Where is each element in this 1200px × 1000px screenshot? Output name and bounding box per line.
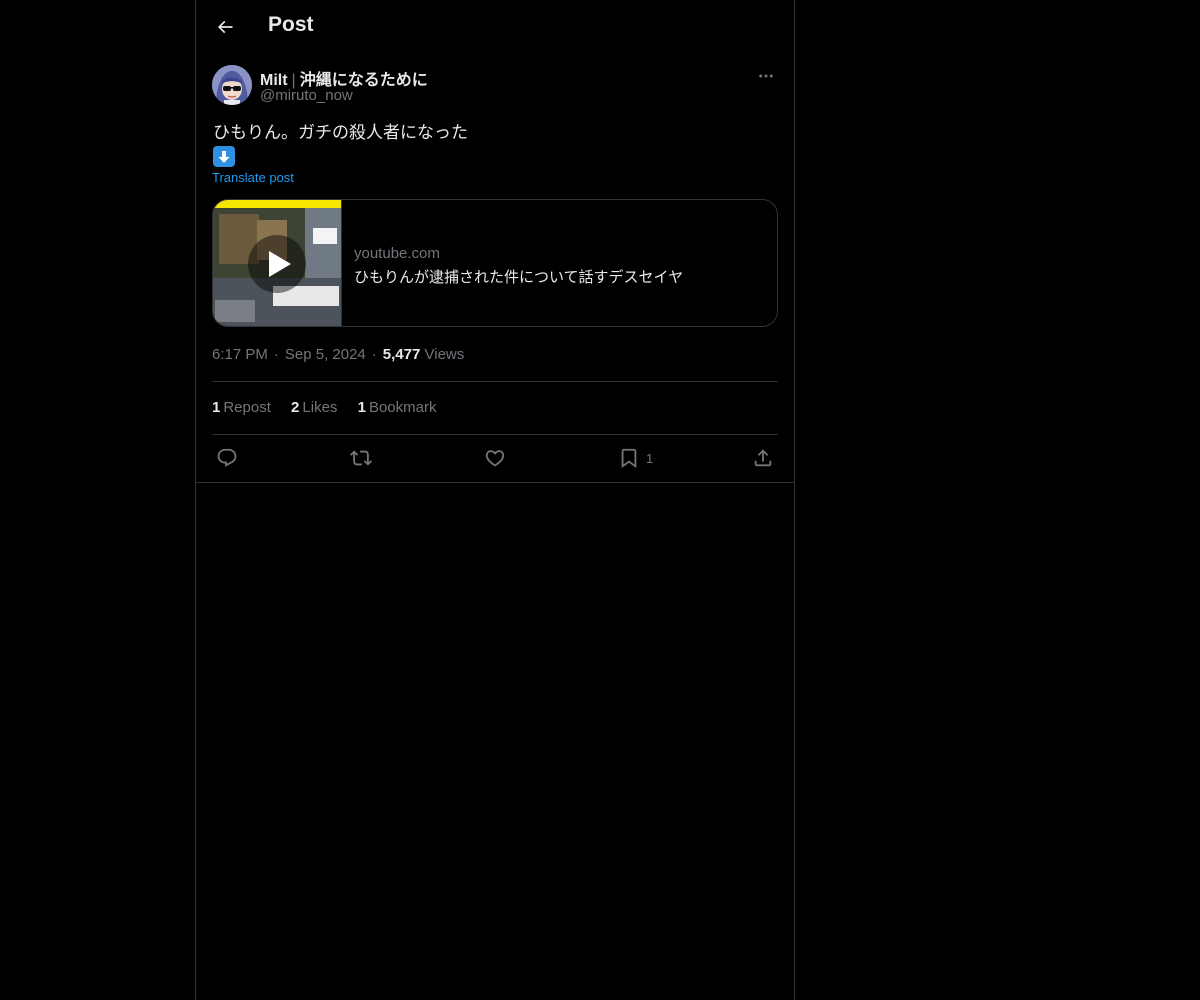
bookmarks-stat[interactable]: 1 Bookmark — [358, 399, 437, 416]
card-domain: youtube.com — [354, 245, 440, 262]
video-thumbnail — [213, 200, 342, 326]
likes-count: 2 — [291, 399, 300, 416]
card-title: ひもりんが逮捕された件について話すデスセイヤ — [354, 269, 684, 286]
views-count: 5,477 — [382, 346, 421, 363]
bookmarks-label: Bookmark — [368, 399, 437, 416]
bookmark-action-count: 1 — [646, 450, 654, 466]
post-stats: 1 Repost 2 Likes 1 Bookmark — [212, 399, 452, 416]
page-title: Post — [268, 13, 314, 36]
post-text: ひもりん。ガチの殺人者になった — [213, 123, 468, 142]
post-date[interactable]: Sep 5, 2024 — [285, 346, 366, 363]
reposts-count: 1 — [212, 399, 221, 416]
post-actions: 1 — [212, 445, 778, 471]
avatar-image — [212, 65, 252, 105]
more-horizontal-icon — [759, 74, 773, 78]
reply-icon — [217, 448, 237, 467]
meta-dot: · — [273, 346, 279, 363]
link-card[interactable]: youtube.com ひもりんが逮捕された件について話すデスセイヤ — [212, 199, 778, 327]
likes-label: Likes — [302, 399, 338, 416]
down-arrow-emoji — [213, 146, 235, 167]
down-arrow-icon — [218, 150, 230, 163]
back-button[interactable] — [208, 10, 242, 44]
author-handle[interactable]: @miruto_now — [260, 87, 353, 104]
thumbnail-image — [213, 200, 341, 326]
post-time[interactable]: 6:17 PM — [212, 346, 268, 363]
arrow-left-icon — [217, 20, 233, 34]
reposts-stat[interactable]: 1 Repost — [212, 399, 271, 416]
views-label: Views — [424, 346, 465, 363]
avatar[interactable] — [212, 65, 252, 105]
bookmark-icon — [621, 448, 637, 469]
divider — [212, 434, 778, 435]
heart-icon — [485, 450, 505, 467]
reposts-label: Repost — [223, 399, 271, 416]
meta-dot: · — [371, 346, 377, 363]
translate-post-link[interactable]: Translate post — [212, 170, 294, 185]
divider — [212, 381, 778, 382]
bookmarks-count: 1 — [357, 399, 366, 416]
repost-icon — [350, 450, 372, 466]
post-meta: 6:17 PM · Sep 5, 2024 · 5,477 Views — [212, 346, 464, 363]
repost-button[interactable] — [350, 445, 372, 471]
like-button[interactable] — [484, 445, 506, 471]
share-icon — [754, 449, 772, 467]
page-header: Post — [196, 0, 794, 53]
main-column: Post Milt | 沖縄になるために @miruto_now ひもりん。ガチ… — [195, 0, 795, 1000]
post-bottom-border — [196, 482, 794, 483]
reply-button[interactable] — [216, 445, 238, 471]
likes-stat[interactable]: 2 Likes — [291, 399, 337, 416]
more-options-button[interactable] — [754, 64, 778, 88]
bookmark-button[interactable]: 1 — [618, 445, 653, 471]
share-button[interactable] — [752, 445, 774, 471]
